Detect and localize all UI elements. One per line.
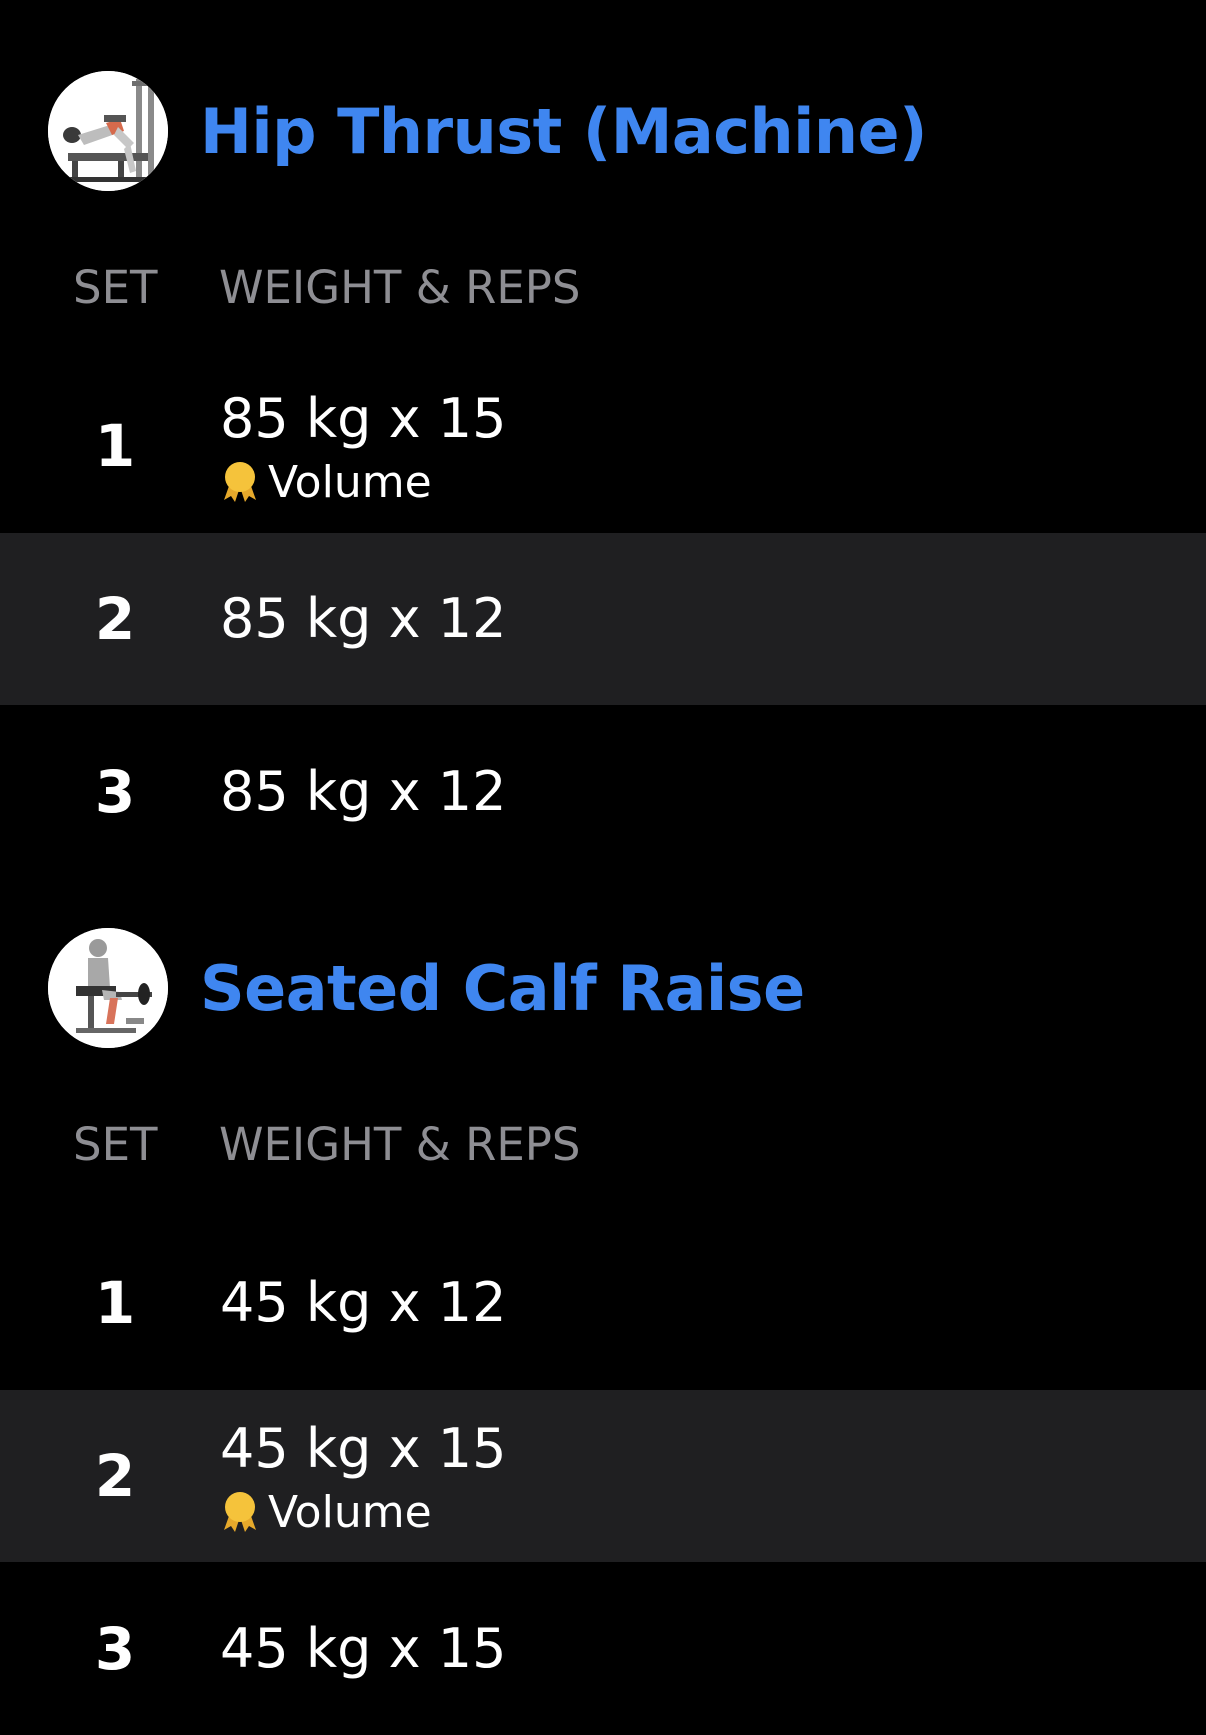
weight-reps-value: 85 kg x 12 <box>220 760 507 823</box>
exercise-header[interactable]: Hip Thrust (Machine) <box>48 71 927 191</box>
exercise-thumbnail-hip-thrust[interactable] <box>48 71 168 191</box>
exercise-header[interactable]: Seated Calf Raise <box>48 928 805 1048</box>
set-number: 3 <box>94 1615 136 1683</box>
set-details: 85 kg x 12 <box>220 533 506 705</box>
exercise-title[interactable]: Seated Calf Raise <box>200 952 805 1025</box>
record-label: Volume <box>268 1486 432 1538</box>
set-number: 1 <box>94 412 136 480</box>
exercise-thumbnail-seated-calf-raise[interactable] <box>48 928 168 1048</box>
weight-reps-value: 45 kg x 15 <box>220 1417 507 1480</box>
medal-icon <box>224 1492 256 1532</box>
set-row[interactable]: 2 45 kg x 15 Volume <box>0 1390 1206 1562</box>
weight-reps-value: 85 kg x 15 <box>220 387 507 450</box>
weight-reps-column-header: WEIGHT & REPS <box>219 260 581 314</box>
weight-reps-value: 45 kg x 12 <box>220 1271 507 1334</box>
medal-icon <box>224 462 256 502</box>
set-details: 85 kg x 15 Volume <box>220 360 506 532</box>
personal-record-badge: Volume <box>220 1486 506 1538</box>
set-column-header: SET <box>73 1117 158 1171</box>
weight-reps-column-header: WEIGHT & REPS <box>219 1117 581 1171</box>
personal-record-badge: Volume <box>220 456 506 508</box>
weight-reps-value: 45 kg x 15 <box>220 1617 507 1680</box>
set-details: 85 kg x 12 <box>220 706 506 878</box>
set-row[interactable]: 1 85 kg x 15 Volume <box>0 360 1206 532</box>
set-number: 2 <box>94 585 136 653</box>
set-row[interactable]: 3 85 kg x 12 <box>0 706 1206 878</box>
set-row[interactable]: 2 85 kg x 12 <box>0 533 1206 705</box>
set-details: 45 kg x 12 <box>220 1217 506 1389</box>
set-row[interactable]: 3 45 kg x 15 <box>0 1563 1206 1735</box>
exercise-title[interactable]: Hip Thrust (Machine) <box>200 95 927 168</box>
set-column-header: SET <box>73 260 158 314</box>
set-details: 45 kg x 15 Volume <box>220 1390 506 1562</box>
set-row[interactable]: 1 45 kg x 12 <box>0 1217 1206 1389</box>
record-label: Volume <box>268 456 432 508</box>
set-number: 2 <box>94 1442 136 1510</box>
set-number: 3 <box>94 758 136 826</box>
weight-reps-value: 85 kg x 12 <box>220 587 507 650</box>
set-number: 1 <box>94 1269 136 1337</box>
set-details: 45 kg x 15 <box>220 1563 506 1735</box>
